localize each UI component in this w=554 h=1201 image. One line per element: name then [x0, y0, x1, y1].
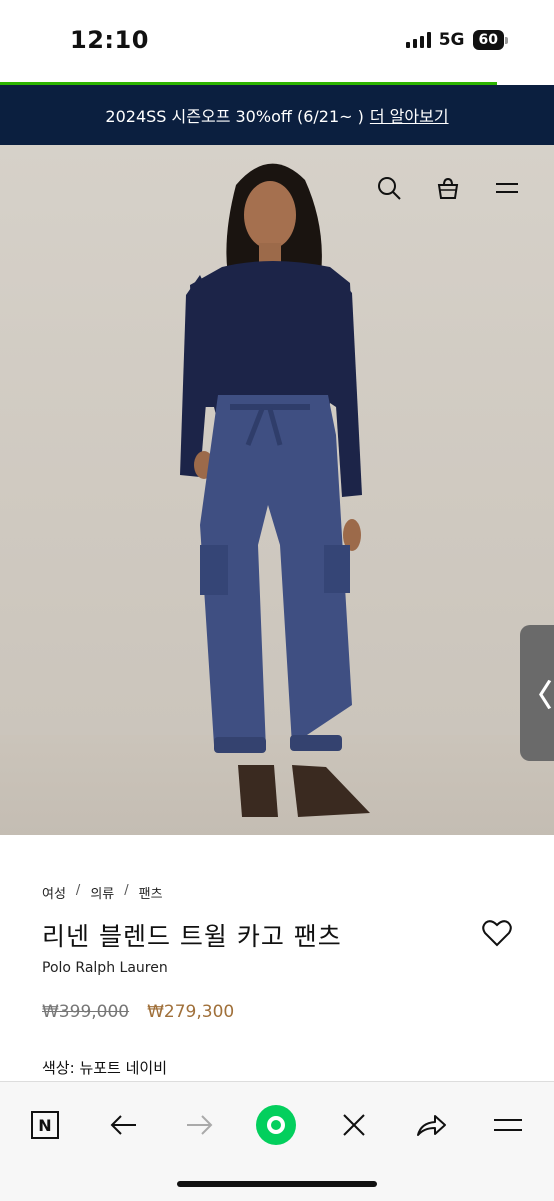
menu-icon[interactable]	[494, 178, 520, 198]
search-icon[interactable]	[376, 175, 402, 201]
breadcrumb: 여성 / 의류 / 팬츠	[42, 883, 163, 902]
breadcrumb-women[interactable]: 여성	[42, 883, 66, 902]
naver-green-circle-icon[interactable]	[253, 1102, 299, 1148]
sale-price: ₩279,300	[147, 1002, 235, 1022]
product-hero-image[interactable]: 〈	[0, 145, 554, 835]
browser-menu-icon[interactable]	[485, 1102, 531, 1148]
home-indicator	[177, 1181, 377, 1187]
product-title: 리넨 블렌드 트윌 카고 팬츠	[42, 922, 342, 951]
shopping-bag-icon[interactable]	[436, 176, 460, 200]
promo-learn-more-link[interactable]: 더 알아보기	[370, 103, 449, 127]
color-row: 색상: 뉴포트 네이비	[42, 1057, 167, 1078]
promo-text: 2024SS 시즌오프 30%off (6/21~ )	[105, 107, 364, 126]
breadcrumb-separator: /	[75, 883, 81, 898]
network-label: 5G	[438, 30, 465, 50]
price-row: ₩399,000 ₩279,300	[42, 1002, 234, 1022]
n-logo: N	[31, 1111, 59, 1139]
share-icon[interactable]	[408, 1102, 454, 1148]
back-arrow-icon[interactable]	[100, 1102, 146, 1148]
status-bar: 12:10 5G 60	[0, 0, 554, 82]
battery-level: 60	[472, 30, 504, 50]
status-indicators: 5G 60	[405, 30, 508, 50]
heart-icon[interactable]	[482, 919, 512, 947]
status-time: 12:10	[70, 26, 149, 54]
breadcrumb-clothing[interactable]: 의류	[90, 883, 114, 902]
model-figure	[180, 163, 370, 817]
breadcrumb-separator: /	[124, 883, 129, 898]
header-icons	[376, 175, 520, 201]
forward-arrow-icon[interactable]	[177, 1102, 223, 1148]
close-icon[interactable]	[331, 1102, 377, 1148]
brand-name[interactable]: Polo Ralph Lauren	[42, 960, 168, 976]
side-tab-chevron-left-icon[interactable]: 〈	[520, 625, 554, 761]
breadcrumb-pants[interactable]: 팬츠	[139, 883, 163, 902]
color-value: 뉴포트 네이비	[79, 1059, 168, 1077]
product-info: 여성 / 의류 / 팬츠 리넨 블렌드 트윌 카고 팬츠 Polo Ralph …	[0, 835, 554, 1081]
promo-banner[interactable]: 2024SS 시즌오프 30%off (6/21~ ) 더 알아보기	[0, 85, 554, 145]
original-price: ₩399,000	[42, 1002, 130, 1022]
signal-icon	[405, 32, 431, 48]
naver-n-icon[interactable]: N	[22, 1102, 68, 1148]
color-label: 색상:	[42, 1059, 75, 1077]
battery-icon: 60	[472, 30, 508, 50]
